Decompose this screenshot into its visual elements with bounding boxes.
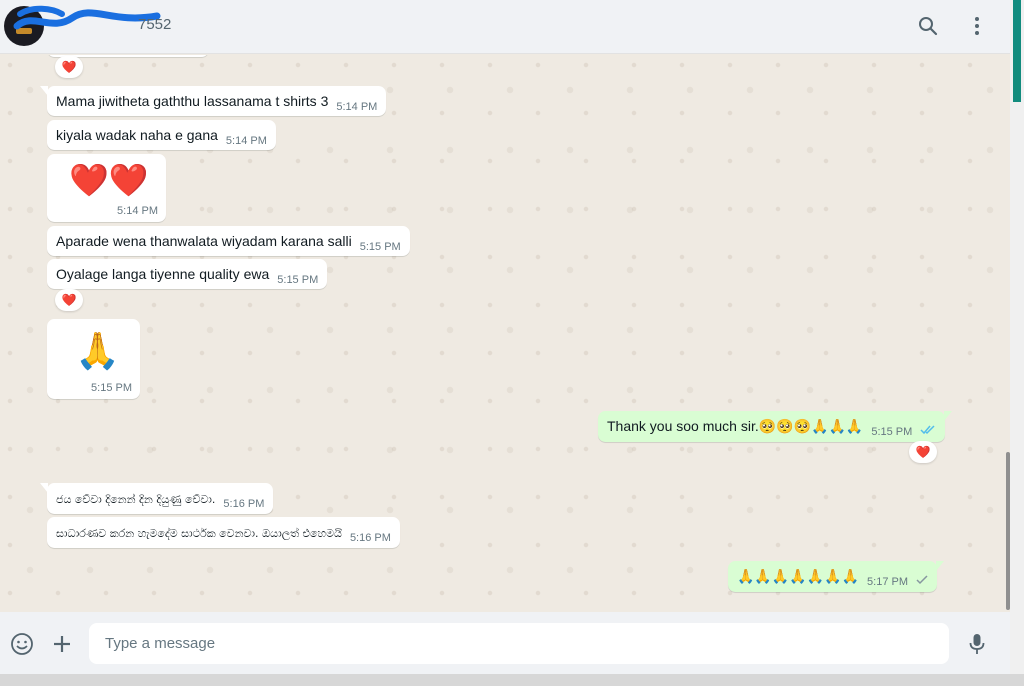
- reaction-heart-emoji: ❤️: [915, 445, 931, 459]
- message-bubble-emoji: ❤️❤️ 5:14 PM: [47, 154, 166, 222]
- chat-area: ❤️ Mama jiwitheta gaththu lassanama t sh…: [0, 55, 1010, 612]
- message-bubble-outgoing: 🙏🙏🙏🙏🙏🙏🙏 5:17 PM: [728, 561, 944, 592]
- message-text: Aparade wena thanwalata wiyadam karana s…: [56, 233, 352, 249]
- attach-plus-icon[interactable]: [49, 631, 75, 657]
- message-bubble-incoming: සාධාරණව කරන හැමදේම සාර්ථක වෙනවා. ඔයාලත් …: [47, 517, 400, 548]
- reaction-heart-emoji: ❤️: [61, 293, 77, 307]
- contact-name[interactable]: 7552: [138, 16, 171, 33]
- composer-bar: [0, 612, 1010, 674]
- window-edge: [1010, 0, 1024, 686]
- message-time: 5:14 PM: [225, 135, 267, 147]
- microphone-icon[interactable]: [964, 631, 990, 657]
- message-text: 🙏🙏🙏🙏🙏🙏🙏: [737, 568, 860, 584]
- reaction-heart-emoji: ❤️: [61, 60, 77, 74]
- kebab-menu-icon[interactable]: [965, 14, 989, 38]
- message-text: සාධාරණව කරන හැමදේම සාර්ථක වෙනවා. ඔයාලත් …: [56, 527, 342, 540]
- chat-header: 7552: [0, 0, 1010, 54]
- message-text: Mama jiwitheta gaththu lassanama t shirt…: [56, 93, 329, 109]
- sent-tick-icon: [916, 575, 928, 585]
- window-bottom-bar: [0, 674, 1024, 686]
- message-emoji: ❤️❤️: [69, 162, 149, 198]
- message-bubble-emoji: 🙏 5:15 PM: [47, 319, 140, 399]
- message-time: 5:16 PM: [223, 498, 265, 510]
- message-time: 5:17 PM: [867, 576, 908, 588]
- reaction-heart[interactable]: ❤️: [55, 56, 83, 78]
- message-text: ජය වේවා දිනෙන් දින දියුණු වේවා.: [56, 493, 216, 506]
- message-emoji: 🙏: [75, 330, 120, 371]
- message-text: Oyalage langa tiyenne quality ewa: [56, 266, 270, 282]
- message-bubble-incoming: ජය වේවා දිනෙන් දින දියුණු වේවා. 5:16 PM: [39, 483, 274, 514]
- reaction-heart[interactable]: ❤️: [55, 289, 83, 311]
- message-time: 5:15 PM: [277, 274, 319, 286]
- message-time: 5:15 PM: [91, 382, 132, 394]
- read-ticks-icon: [920, 425, 935, 435]
- message-time: 5:14 PM: [117, 205, 158, 217]
- message-text: Thank you soo much sir.🥺🥺🥺🙏🙏🙏: [607, 418, 864, 434]
- message-time: 5:14 PM: [336, 101, 378, 113]
- message-bubble-incoming: Aparade wena thanwalata wiyadam karana s…: [47, 226, 410, 256]
- window-scroll-accent[interactable]: [1013, 0, 1021, 102]
- message-time: 5:15 PM: [871, 426, 913, 438]
- reaction-heart[interactable]: ❤️: [909, 441, 937, 463]
- message-bubble-incoming: Oyalage langa tiyenne quality ewa 5:15 PM: [47, 259, 328, 289]
- message-input[interactable]: [89, 623, 949, 664]
- emoji-icon[interactable]: [9, 631, 35, 657]
- message-time: 5:15 PM: [359, 241, 401, 253]
- search-icon[interactable]: [916, 14, 940, 38]
- message-bubble-outgoing: Thank you soo much sir.🥺🥺🥺🙏🙏🙏 5:15 PM: [598, 411, 953, 442]
- message-text: kiyala wadak naha e gana: [56, 127, 218, 143]
- message-bubble-incoming: Mama jiwitheta gaththu lassanama t shirt…: [39, 86, 387, 116]
- message-time: 5:16 PM: [349, 532, 391, 544]
- message-bubble-incoming: kiyala wadak naha e gana 5:14 PM: [47, 120, 276, 150]
